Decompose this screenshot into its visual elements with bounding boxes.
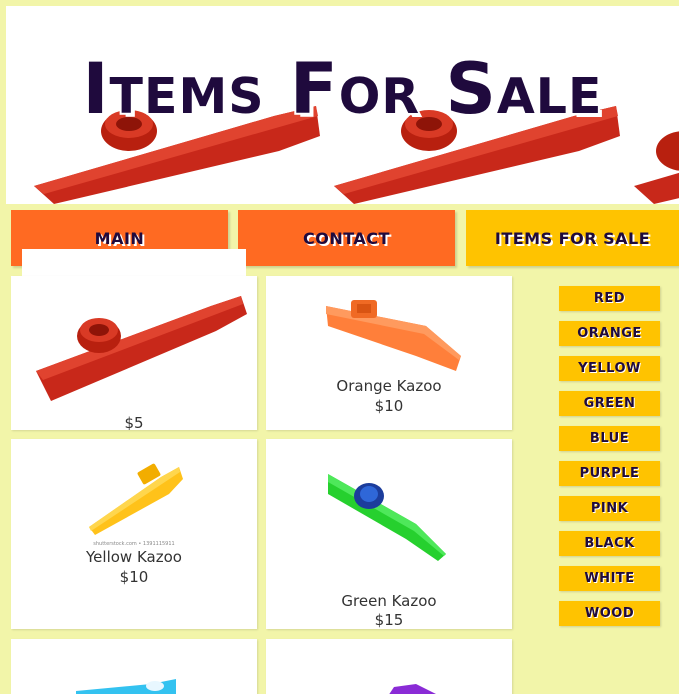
product-name: Green Kazoo: [341, 592, 437, 610]
red-kazoo-image: [36, 296, 247, 401]
green-kazoo-image: [328, 474, 446, 561]
filter-blue[interactable]: BLUE: [559, 426, 660, 451]
product-price: $5: [124, 414, 144, 430]
page-title: Items For Sale: [82, 48, 603, 130]
product-price: $15: [374, 611, 404, 629]
watermark-text: shutterstock.com • 1391115911: [93, 541, 175, 547]
filter-black[interactable]: BLACK: [559, 531, 660, 556]
product-card-yellow[interactable]: shutterstock.com • 1391115911 Yellow Kaz…: [11, 439, 257, 629]
blue-kazoo-image: [76, 679, 176, 694]
filter-pink[interactable]: PINK: [559, 496, 660, 521]
product-price: $10: [374, 397, 404, 415]
filter-yellow[interactable]: YELLOW: [559, 356, 660, 381]
purple-kazoo-image: [389, 684, 436, 694]
dropdown-panel: [22, 249, 246, 277]
product-card-orange[interactable]: Orange Kazoo $10: [266, 276, 512, 430]
nav-tab-items-for-sale[interactable]: ITEMS FOR SALE: [466, 210, 679, 266]
banner: Items For Sale: [6, 6, 679, 204]
product-card-purple[interactable]: [266, 639, 512, 694]
filter-wood[interactable]: WOOD: [559, 601, 660, 626]
product-name: Yellow Kazoo: [86, 548, 182, 566]
filter-purple[interactable]: PURPLE: [559, 461, 660, 486]
filter-orange[interactable]: ORANGE: [559, 321, 660, 346]
filter-green[interactable]: GREEN: [559, 391, 660, 416]
orange-kazoo-image: [326, 300, 461, 371]
filter-red[interactable]: RED: [559, 286, 660, 311]
product-card-blue[interactable]: [11, 639, 257, 694]
product-card-green[interactable]: Green Kazoo $15: [266, 439, 512, 629]
product-card-red[interactable]: $5: [11, 276, 257, 430]
filter-white[interactable]: WHITE: [559, 566, 660, 591]
product-name: Orange Kazoo: [336, 377, 442, 395]
nav-tab-contact[interactable]: CONTACT: [238, 210, 455, 266]
yellow-kazoo-image: [89, 463, 183, 535]
product-price: $10: [119, 568, 149, 586]
